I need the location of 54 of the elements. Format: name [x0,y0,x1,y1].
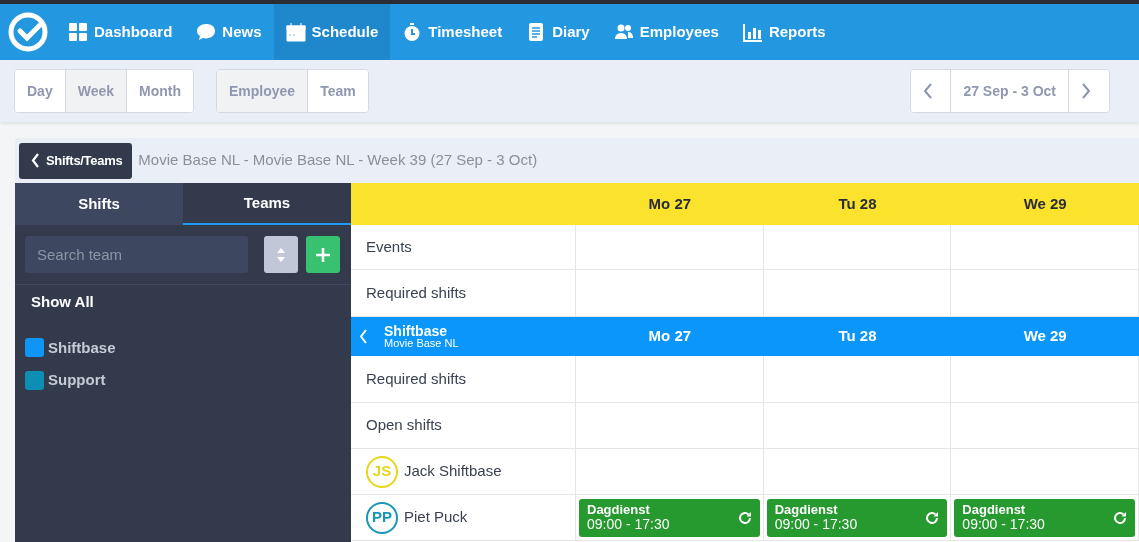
employee-name: Piet Puck [404,507,468,528]
chevron-right-icon [1081,83,1091,99]
team-name[interactable]: Shiftbase [48,336,116,359]
show-all-link[interactable]: Show All [15,285,351,332]
plus-icon [315,246,332,263]
avatar: JS [366,455,398,488]
shift-block[interactable]: Dagdienst 09:00 - 17:30 [766,498,948,537]
search-field[interactable]: Search team [25,236,248,273]
team-name: Shiftbase [384,324,448,338]
nav-tab[interactable]: News [184,4,274,60]
calendar-icon [285,22,306,42]
repeat-icon [925,510,940,525]
view-toggle-button[interactable]: Employee [217,70,309,112]
chat-bubble-icon [196,22,217,42]
day-header: Mo 27 [648,326,692,347]
nav-tab[interactable]: Dashboard [56,4,185,60]
previous-button[interactable] [911,70,952,112]
breadcrumb-title: Movie Base NL - Movie Base NL - Week 39 (27 Sep - 3 Oct) [138,150,538,171]
nav-tab[interactable]: Timesheet [390,4,515,60]
day-header: Mo 27 [648,193,692,214]
sort-icon [276,246,287,263]
back-button[interactable]: Shifts/Teams [19,142,133,179]
add-button[interactable] [306,236,340,273]
team-name[interactable]: Support [48,369,106,392]
chevron-left-icon [31,153,40,168]
shift-block[interactable]: Dagdienst 09:00 - 17:30 [579,498,760,537]
bar-chart-icon [742,22,763,42]
chevron-left-icon[interactable] [359,329,368,344]
row-label: Events [366,236,412,257]
row-label: Required shifts [366,368,467,389]
people-icon [613,22,634,42]
repeat-icon [1113,510,1127,525]
sidebar-tab[interactable]: Shifts [15,183,183,225]
chevron-left-icon [923,83,934,99]
day-header: Tu 28 [838,193,877,214]
shift-block[interactable]: Dagdienst 09:00 - 17:30 [954,498,1135,537]
nav-tab[interactable]: Reports [730,4,838,60]
avatar: PP [366,501,398,534]
logo-icon [7,11,49,53]
grid-icon [68,22,88,42]
employee-name: Jack Shiftbase [404,461,502,482]
row-label: Required shifts [366,282,467,303]
row-label: Open shifts [366,415,442,436]
day-header: We 29 [1023,326,1067,347]
nav-tab[interactable]: Employees [601,4,731,60]
sort-button[interactable] [264,236,299,273]
day-header: We 29 [1023,193,1067,214]
repeat-icon [737,510,752,525]
nav-tab[interactable]: Schedule [273,4,391,60]
day-header: Tu 28 [838,326,877,347]
nav-tab[interactable]: Diary [514,4,602,60]
team-subtitle: Movie Base NL [384,338,459,349]
view-toggle-button[interactable]: Day [15,70,66,112]
view-toggle-button[interactable]: Week [65,70,127,112]
